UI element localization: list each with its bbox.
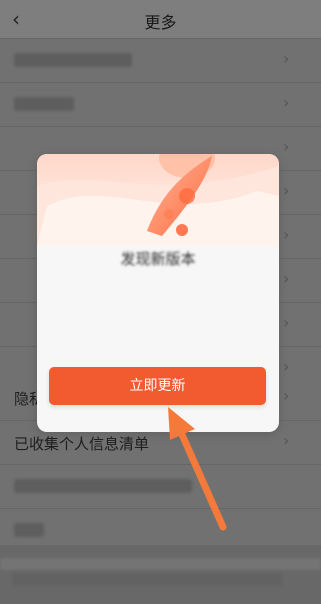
pointer-arrow-icon (168, 407, 227, 531)
dialog-illustration (37, 154, 279, 246)
dialog-title: 发现新版本 (120, 250, 196, 268)
rocket-icon (37, 154, 279, 246)
